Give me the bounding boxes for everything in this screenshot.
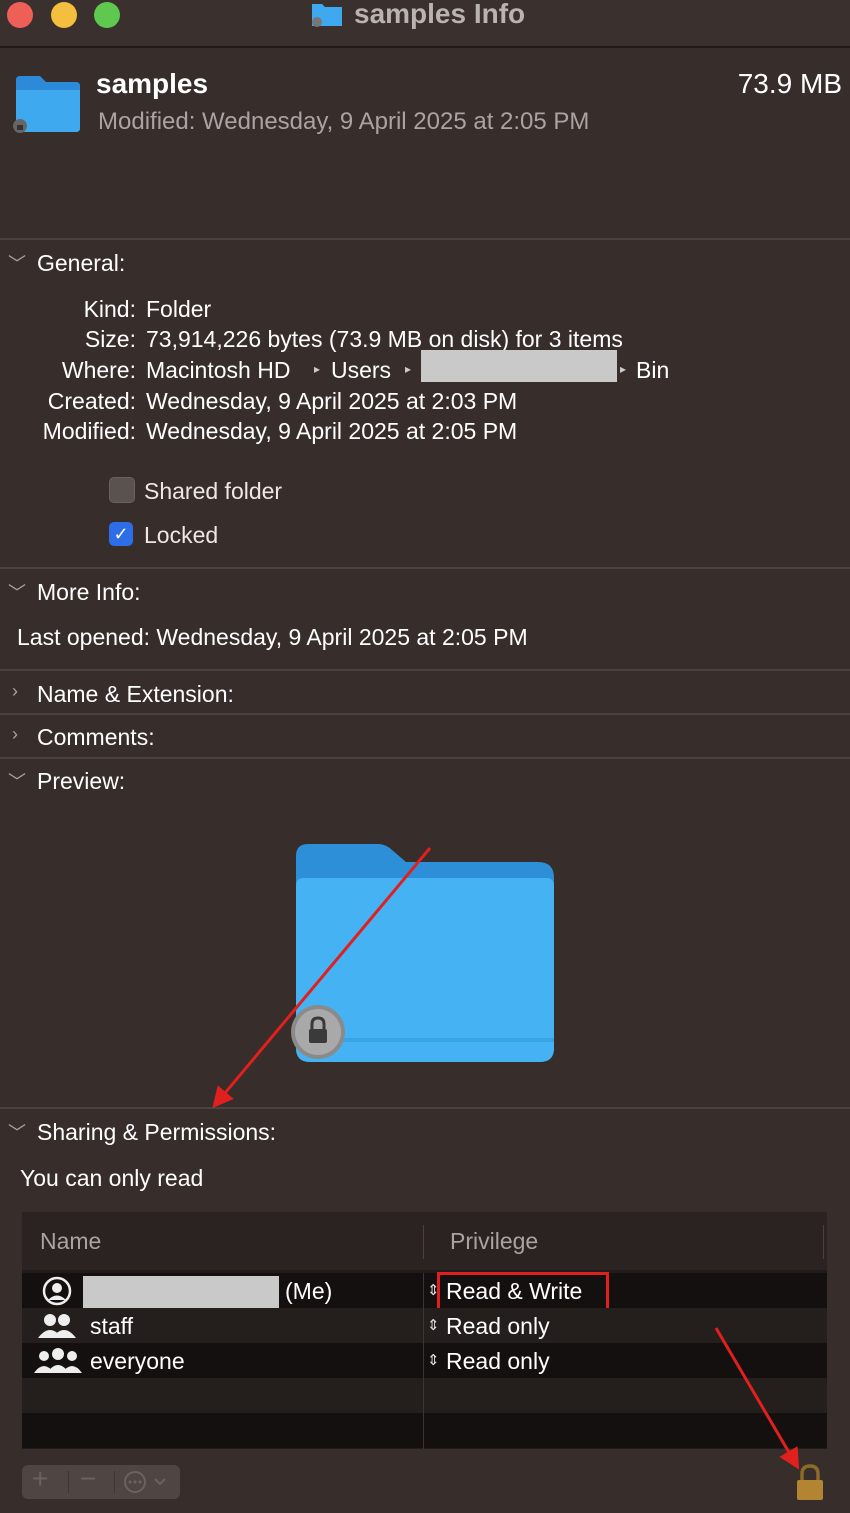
created-label: Created:	[47, 388, 136, 414]
chevron-right-icon: ›	[12, 681, 18, 701]
window-title: samples Info	[354, 0, 526, 29]
where-path-b: Users	[331, 357, 392, 383]
table-row	[22, 1413, 827, 1448]
privilege-select[interactable]: Read only	[446, 1313, 550, 1340]
where-path-c: Bin	[636, 357, 670, 383]
modified-label: Modified:	[42, 418, 136, 444]
chevron-down-icon: ﹀	[8, 254, 26, 274]
created-value: Wednesday, 9 April 2025 at 2:03 PM	[146, 388, 518, 414]
size-value: 73,914,226 bytes (73.9 MB on disk) for 3…	[146, 326, 623, 352]
preview-toggle[interactable]: ﹀	[8, 768, 26, 794]
action-icon[interactable]	[123, 1471, 173, 1493]
comments-title[interactable]: Comments:	[37, 724, 155, 751]
everyone-icon	[34, 1348, 82, 1373]
column-divider	[423, 1273, 424, 1449]
divider	[0, 1107, 850, 1109]
redacted-username	[421, 350, 617, 382]
divider	[0, 757, 850, 759]
divider	[0, 238, 850, 240]
privilege-select[interactable]: Read only	[446, 1348, 550, 1375]
name-extension-title[interactable]: Name & Extension:	[37, 681, 234, 708]
user-icon	[42, 1276, 72, 1306]
me-suffix: (Me)	[285, 1278, 333, 1304]
kind-value: Folder	[146, 296, 212, 322]
shared-folder-label: Shared folder	[144, 478, 283, 504]
divider	[68, 1471, 69, 1493]
divider	[0, 567, 850, 569]
comments-toggle[interactable]: ›	[12, 724, 18, 745]
where-path-a: Macintosh HD	[146, 357, 291, 383]
table-row[interactable]	[22, 1308, 827, 1343]
sharing-status: You can only read	[20, 1165, 204, 1191]
modified-value: Wednesday, 9 April 2025 at 2:05 PM	[146, 418, 518, 444]
divider	[0, 669, 850, 671]
locked-checkbox[interactable]: ✓	[109, 522, 133, 546]
general-section-title: General:	[37, 250, 126, 276]
shared-folder-checkbox[interactable]	[109, 477, 135, 503]
chevron-down-icon: ﹀	[8, 772, 26, 792]
title-bar: samples Info	[0, 0, 850, 48]
chevron-right-icon: ›	[12, 724, 18, 744]
plus-icon[interactable]: +	[32, 1463, 48, 1495]
updown-icon[interactable]: ⇕	[427, 1351, 440, 1369]
chevron-down-icon: ﹀	[8, 583, 26, 603]
divider	[114, 1471, 115, 1493]
updown-icon[interactable]: ⇕	[427, 1316, 440, 1334]
more-info-toggle[interactable]: ﹀	[8, 579, 26, 605]
general-section-toggle[interactable]: ﹀	[8, 250, 26, 276]
zoom-button[interactable]	[94, 2, 120, 28]
padlock-icon[interactable]	[795, 1464, 825, 1502]
name-extension-toggle[interactable]: ›	[12, 681, 18, 702]
size-label: Size:	[84, 326, 136, 352]
path-arrow-icon: ▸	[405, 362, 412, 376]
group-icon	[38, 1314, 76, 1338]
where-label: Where:	[61, 357, 136, 383]
last-opened: Last opened: Wednesday, 9 April 2025 at …	[17, 624, 528, 650]
chevron-down-icon: ﹀	[8, 1123, 26, 1143]
folder-icon	[13, 76, 80, 133]
divider	[0, 713, 850, 715]
table-header	[22, 1212, 827, 1270]
permissions-toolbar: + −	[22, 1463, 180, 1499]
title-folder-icon	[312, 4, 342, 27]
path-arrow-icon: ▸	[620, 362, 627, 376]
table-row	[22, 1378, 827, 1413]
column-divider	[823, 1225, 824, 1259]
privilege-column-header[interactable]: Privilege	[450, 1228, 538, 1255]
item-name: samples	[96, 68, 209, 99]
minimize-button[interactable]	[51, 2, 77, 28]
item-size: 73.9 MB	[737, 68, 842, 99]
preview-title: Preview:	[37, 768, 126, 794]
group-name: staff	[90, 1313, 134, 1339]
group-name: everyone	[90, 1348, 185, 1374]
minus-icon[interactable]: −	[80, 1463, 96, 1495]
close-button[interactable]	[7, 2, 33, 28]
preview-folder-icon	[291, 844, 554, 1062]
name-column-header[interactable]: Name	[40, 1228, 101, 1255]
redacted-username	[83, 1276, 279, 1308]
locked-label: Locked	[144, 522, 219, 548]
item-modified: Modified: Wednesday, 9 April 2025 at 2:0…	[98, 108, 590, 135]
column-divider	[423, 1225, 424, 1259]
kind-label: Kind:	[83, 296, 136, 322]
path-arrow-icon: ▸	[314, 362, 321, 376]
sharing-title: Sharing & Permissions:	[37, 1119, 277, 1145]
annotation-highlight-box	[437, 1272, 609, 1312]
more-info-title: More Info:	[37, 579, 141, 605]
sharing-toggle[interactable]: ﹀	[8, 1119, 26, 1145]
